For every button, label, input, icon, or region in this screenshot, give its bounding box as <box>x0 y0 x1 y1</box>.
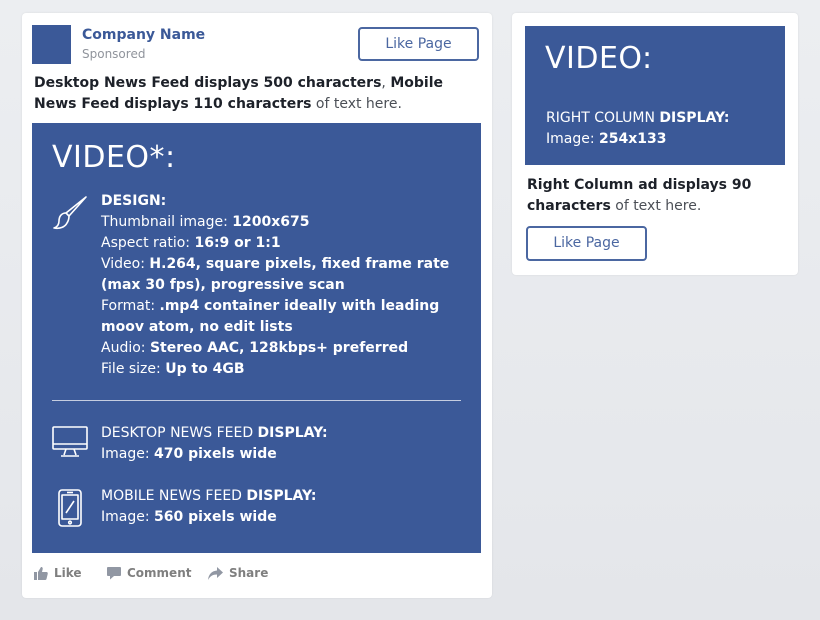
mobile-phone-icon <box>58 489 82 531</box>
like-label: Like <box>54 566 82 580</box>
spec-line: Video: H.264, square pixels, fixed frame… <box>101 254 471 296</box>
post-text: Desktop News Feed displays 500 character… <box>34 73 474 115</box>
mobile-display-specs: MOBILE NEWS FEED DISPLAY: Image: 560 pix… <box>101 486 461 528</box>
thumbs-up-icon <box>34 567 48 580</box>
spec-line: Format: .mp4 container ideally with lead… <box>101 296 471 338</box>
video-placeholder[interactable]: VIDEO*: DESIGN: Thumbnail image: 1200x67… <box>32 123 481 553</box>
divider <box>52 400 461 401</box>
post-text-desktop: Desktop News Feed displays 500 character… <box>34 75 381 91</box>
post-text-tail: of text here. <box>311 96 401 112</box>
design-specs: DESIGN: Thumbnail image: 1200x675 Aspect… <box>101 191 471 380</box>
news-feed-ad-card: Company Name Sponsored Like Page Desktop… <box>22 13 492 598</box>
paintbrush-icon <box>52 195 88 235</box>
share-arrow-icon <box>208 567 223 580</box>
share-action[interactable]: Share <box>208 566 268 580</box>
share-label: Share <box>229 566 268 580</box>
design-heading: DESIGN: <box>101 193 166 209</box>
comment-action[interactable]: Comment <box>107 566 191 580</box>
spec-line: Audio: Stereo AAC, 128kbps+ preferred <box>101 338 471 359</box>
right-like-page-button[interactable]: Like Page <box>526 226 647 261</box>
comment-label: Comment <box>127 566 191 580</box>
post-text-separator: , <box>381 75 390 91</box>
desktop-monitor-icon <box>52 425 88 463</box>
right-column-text: Right Column ad displays 90 characters o… <box>527 175 789 217</box>
video-title: VIDEO*: <box>52 140 176 175</box>
right-column-display-specs: RIGHT COLUMN DISPLAY: Image: 254x133 <box>546 108 776 150</box>
sponsored-label: Sponsored <box>82 47 145 61</box>
comment-icon <box>107 567 121 580</box>
right-column-video-placeholder[interactable]: VIDEO: RIGHT COLUMN DISPLAY: Image: 254x… <box>525 26 785 165</box>
like-action[interactable]: Like <box>34 566 82 580</box>
page-avatar[interactable] <box>32 25 71 64</box>
right-video-title: VIDEO: <box>545 41 653 76</box>
spec-line: Thumbnail image: 1200x675 <box>101 212 471 233</box>
spec-line: File size: Up to 4GB <box>101 359 471 380</box>
like-page-button[interactable]: Like Page <box>358 27 479 61</box>
spec-line: Aspect ratio: 16:9 or 1:1 <box>101 233 471 254</box>
desktop-display-specs: DESKTOP NEWS FEED DISPLAY: Image: 470 pi… <box>101 423 461 465</box>
company-name-link[interactable]: Company Name <box>82 27 205 43</box>
right-column-ad-card: VIDEO: RIGHT COLUMN DISPLAY: Image: 254x… <box>512 13 798 275</box>
